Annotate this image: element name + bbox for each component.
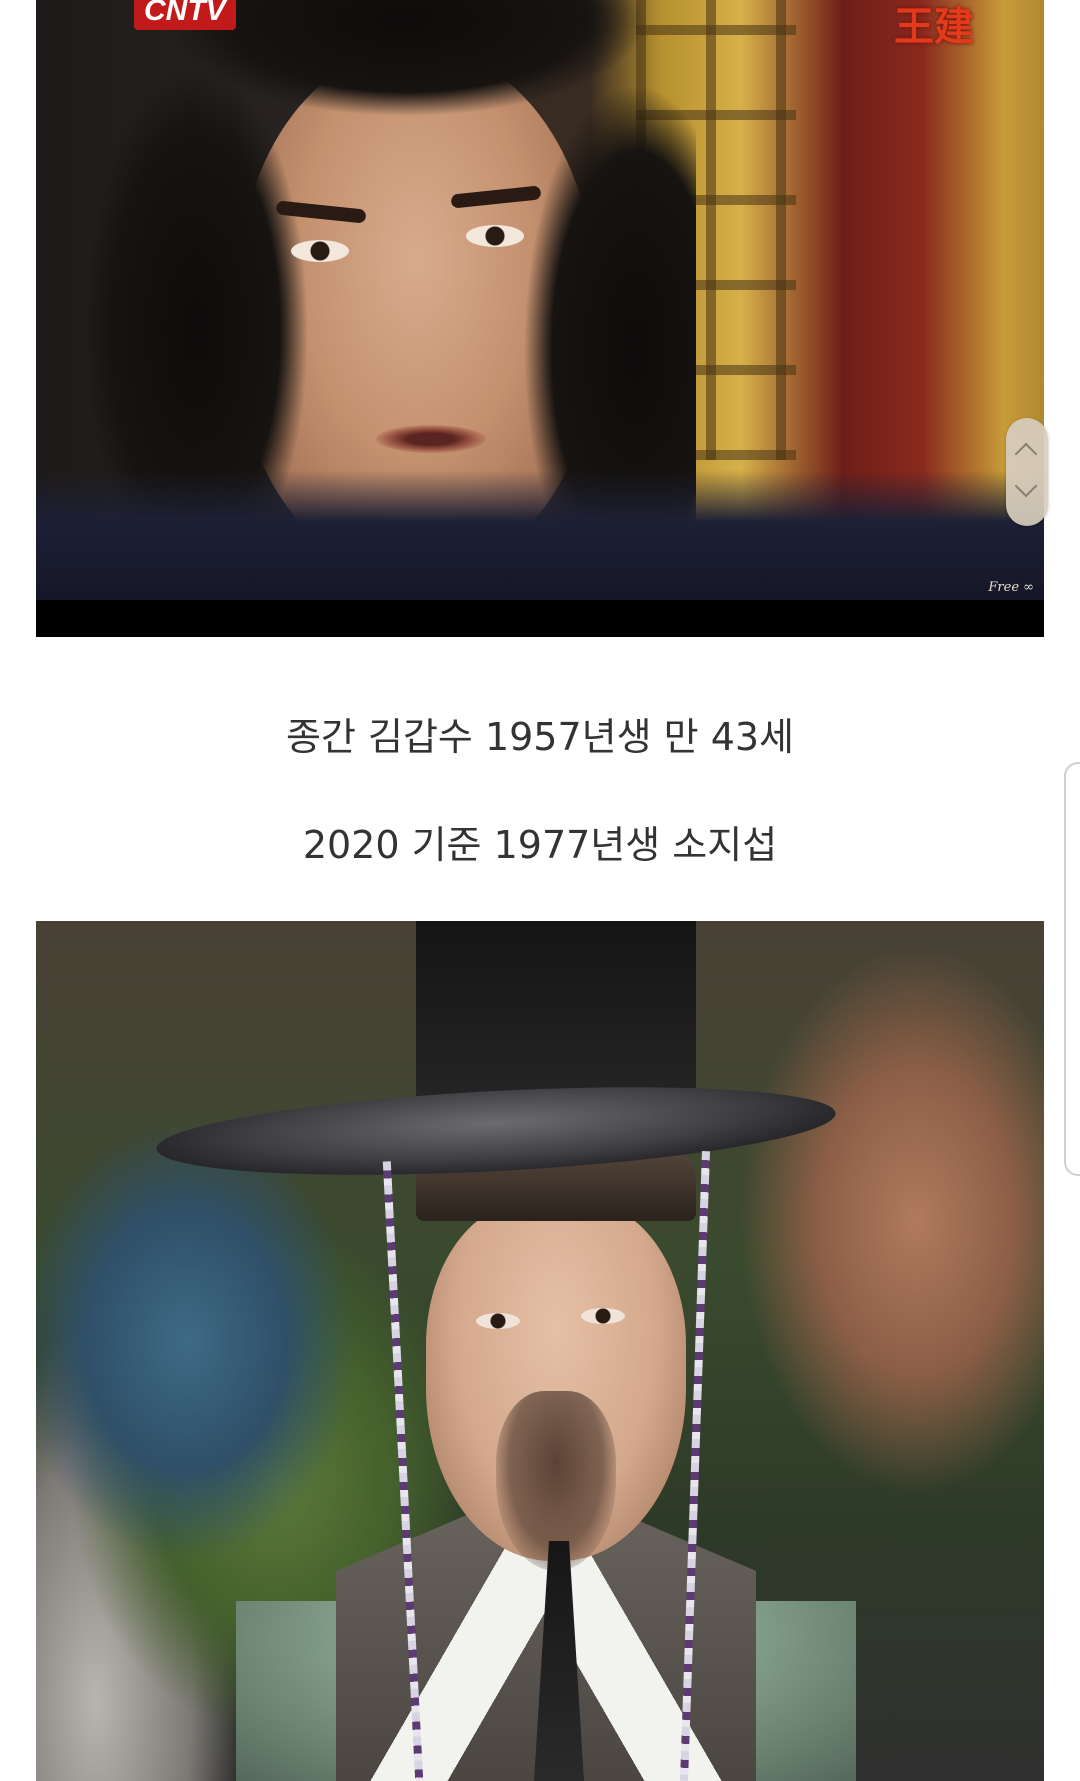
- drama-title-mark: 王建: [894, 3, 974, 50]
- right-eye: [466, 225, 524, 247]
- scroll-navigation[interactable]: [1006, 418, 1048, 526]
- dark-robe: [36, 470, 1044, 600]
- chevron-down-icon[interactable]: [1014, 474, 1038, 498]
- bottom-photo: [36, 921, 1044, 1781]
- caption-line-1: 종간 김갑수 1957년생 만 43세: [285, 715, 795, 759]
- chevron-up-icon[interactable]: [1014, 442, 1038, 466]
- mouth: [376, 425, 486, 453]
- channel-logo: CNTV: [134, 0, 236, 30]
- left-eye: [291, 240, 349, 262]
- caption-line-2: 2020 기준 1977년생 소지섭: [302, 823, 778, 867]
- left-eye: [476, 1313, 520, 1329]
- watermark: Free ∞: [988, 580, 1034, 595]
- right-eye: [581, 1308, 625, 1324]
- top-photo: CNTV 王建 Free ∞: [36, 0, 1044, 637]
- letterbox-bar: [36, 600, 1044, 637]
